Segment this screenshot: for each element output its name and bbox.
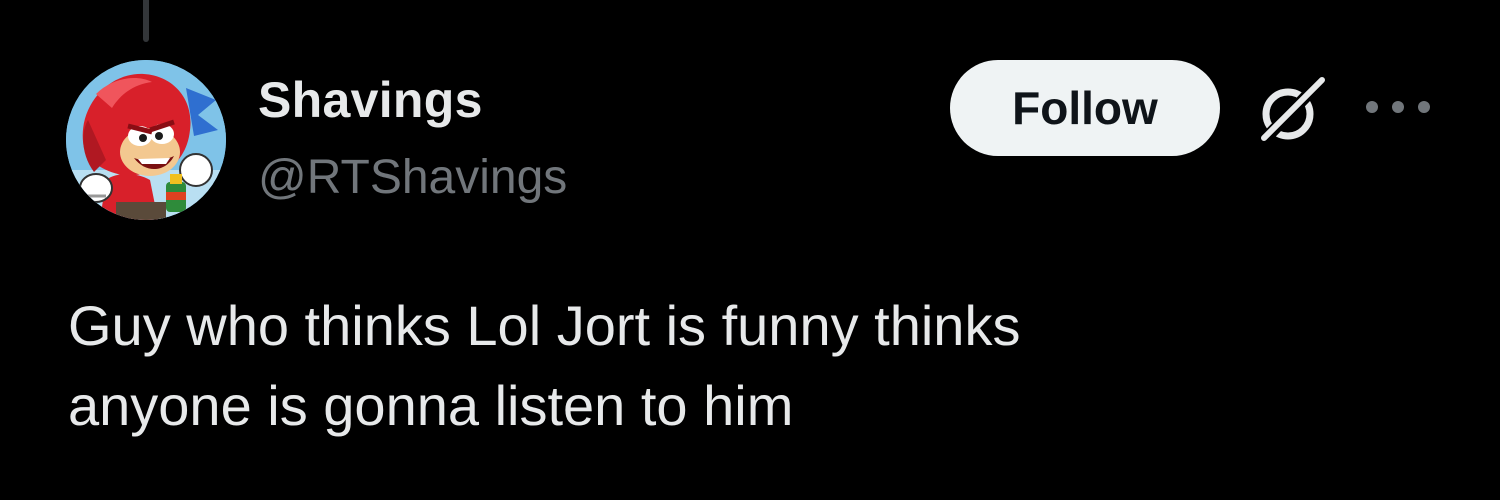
grok-icon[interactable] [1250, 72, 1330, 152]
dot [1392, 101, 1404, 113]
tweet-text-line: anyone is gonna listen to him [68, 374, 794, 437]
avatar[interactable] [66, 60, 226, 220]
dot [1366, 101, 1378, 113]
more-options-icon[interactable] [1366, 92, 1430, 122]
thread-connector-line [143, 0, 149, 42]
knuckles-avatar-icon [66, 60, 226, 220]
tweet-text-line: Guy who thinks Lol Jort is funny thinks [68, 294, 1021, 357]
display-name[interactable]: Shavings [258, 70, 483, 130]
dot [1418, 101, 1430, 113]
follow-button[interactable]: Follow [950, 60, 1220, 156]
tweet-text: Guy who thinks Lol Jort is funny thinks … [68, 286, 1448, 446]
user-handle[interactable]: @RTShavings [258, 148, 567, 208]
